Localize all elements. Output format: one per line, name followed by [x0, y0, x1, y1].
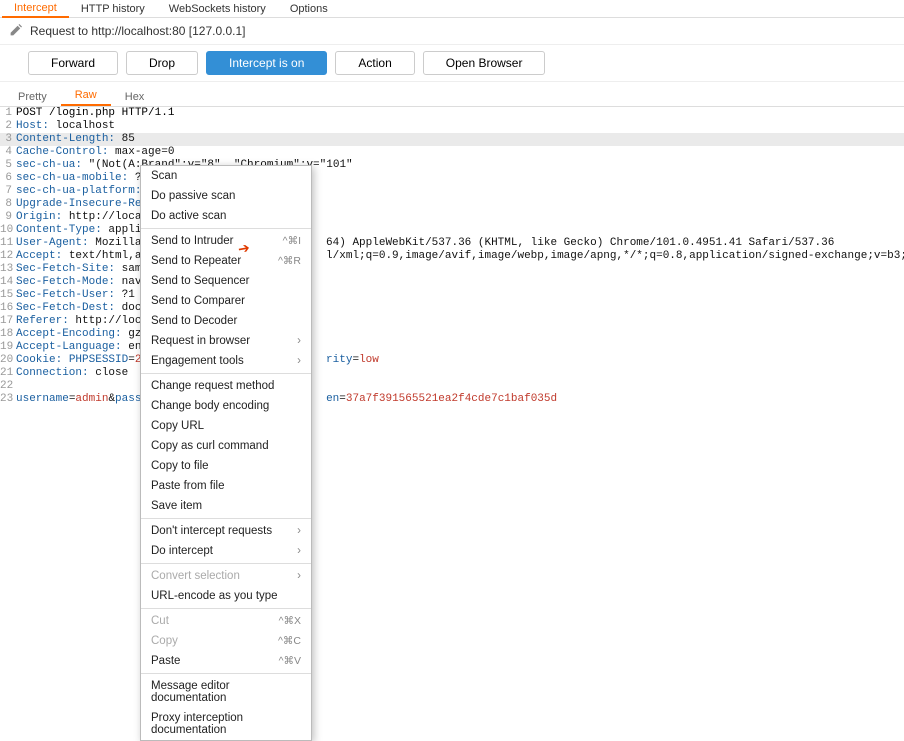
- menu-copy-curl[interactable]: Copy as curl command: [141, 436, 311, 456]
- request-target-text: Request to http://localhost:80 [127.0.0.…: [30, 24, 245, 38]
- action-button[interactable]: Action: [335, 51, 414, 75]
- view-tab-raw[interactable]: Raw: [61, 86, 111, 106]
- request-info-bar: Request to http://localhost:80 [127.0.0.…: [0, 18, 904, 45]
- menu-request-in-browser[interactable]: Request in browser: [141, 331, 311, 351]
- tab-options[interactable]: Options: [278, 1, 340, 17]
- menu-save-item[interactable]: Save item: [141, 496, 311, 516]
- request-editor[interactable]: 1POST /login.php HTTP/1.1 2Host: localho…: [0, 107, 904, 406]
- tab-intercept[interactable]: Intercept: [2, 0, 69, 18]
- menu-send-repeater[interactable]: Send to Repeater^⌘R: [141, 251, 311, 271]
- intercept-toggle-button[interactable]: Intercept is on: [206, 51, 327, 75]
- menu-send-sequencer[interactable]: Send to Sequencer: [141, 271, 311, 291]
- menu-scan[interactable]: Scan: [141, 166, 311, 186]
- menu-send-comparer[interactable]: Send to Comparer: [141, 291, 311, 311]
- tab-websockets-history[interactable]: WebSockets history: [157, 1, 278, 17]
- menu-engagement-tools[interactable]: Engagement tools: [141, 351, 311, 371]
- menu-send-intruder[interactable]: Send to Intruder^⌘I: [141, 231, 311, 251]
- menu-cut: Cut^⌘X: [141, 611, 311, 631]
- menu-do-intercept[interactable]: Do intercept: [141, 541, 311, 561]
- drop-button[interactable]: Drop: [126, 51, 198, 75]
- menu-paste-from-file[interactable]: Paste from file: [141, 476, 311, 496]
- action-buttons: Forward Drop Intercept is on Action Open…: [0, 45, 904, 82]
- tab-http-history[interactable]: HTTP history: [69, 1, 157, 17]
- edit-icon: [8, 24, 22, 38]
- menu-send-decoder[interactable]: Send to Decoder: [141, 311, 311, 331]
- menu-message-editor-doc[interactable]: Message editor documentation: [141, 676, 311, 708]
- context-menu: Scan Do passive scan Do active scan Send…: [140, 165, 312, 741]
- open-browser-button[interactable]: Open Browser: [423, 51, 546, 75]
- menu-proxy-interception-doc[interactable]: Proxy interception documentation: [141, 708, 311, 740]
- menu-copy-to-file[interactable]: Copy to file: [141, 456, 311, 476]
- menu-url-encode-typing[interactable]: URL-encode as you type: [141, 586, 311, 606]
- menu-change-method[interactable]: Change request method: [141, 376, 311, 396]
- menu-copy-url[interactable]: Copy URL: [141, 416, 311, 436]
- view-tab-pretty[interactable]: Pretty: [4, 88, 61, 106]
- menu-copy: Copy^⌘C: [141, 631, 311, 651]
- menu-passive-scan[interactable]: Do passive scan: [141, 186, 311, 206]
- menu-active-scan[interactable]: Do active scan: [141, 206, 311, 226]
- proxy-tabs: Intercept HTTP history WebSockets histor…: [0, 0, 904, 18]
- menu-paste[interactable]: Paste^⌘V: [141, 651, 311, 671]
- menu-change-body-encoding[interactable]: Change body encoding: [141, 396, 311, 416]
- editor-view-tabs: Pretty Raw Hex: [0, 82, 904, 107]
- forward-button[interactable]: Forward: [28, 51, 118, 75]
- view-tab-hex[interactable]: Hex: [111, 88, 159, 106]
- menu-dont-intercept[interactable]: Don't intercept requests: [141, 521, 311, 541]
- menu-convert-selection: Convert selection: [141, 566, 311, 586]
